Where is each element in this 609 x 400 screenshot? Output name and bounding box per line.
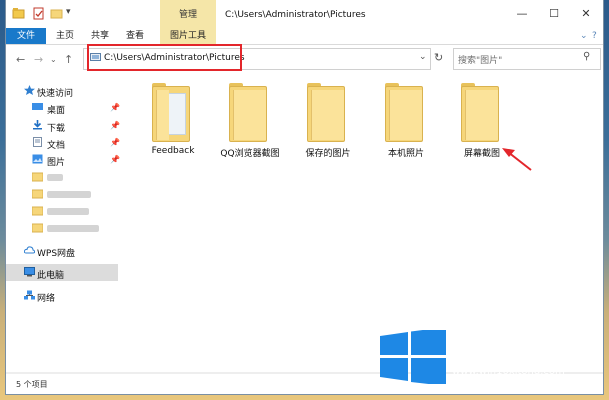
watermark-title: Win10 之家	[452, 341, 582, 366]
windows-logo-icon	[380, 327, 446, 387]
watermark-url: www.win10xitong.com	[452, 366, 565, 377]
status-item-count: 5 个项目	[16, 380, 48, 389]
